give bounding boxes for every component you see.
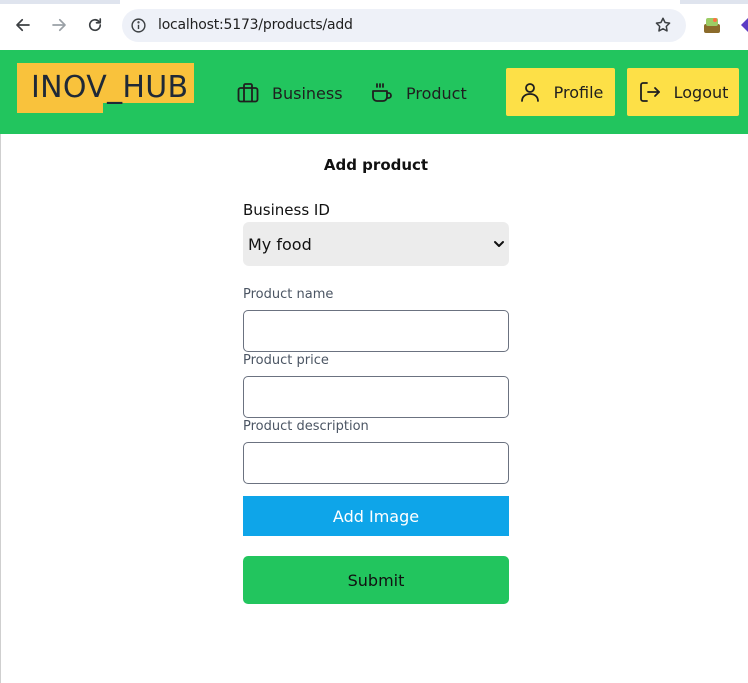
logout-button[interactable]: Logout — [627, 68, 739, 116]
business-id-select[interactable]: My food — [243, 222, 509, 266]
product-description-input[interactable] — [243, 442, 509, 484]
browser-toolbar: localhost:5173/products/add — [0, 0, 748, 50]
back-icon[interactable] — [12, 14, 34, 36]
profile-button[interactable]: Profile — [506, 68, 615, 116]
user-icon — [520, 83, 539, 102]
chevron-down-icon — [494, 241, 504, 247]
reload-icon[interactable] — [84, 14, 106, 36]
divider — [0, 134, 1, 683]
product-name-input[interactable] — [243, 310, 509, 352]
forward-icon[interactable] — [48, 14, 70, 36]
nav-business-label: Business — [272, 83, 343, 103]
logo[interactable]: INOV_HUB — [17, 63, 195, 113]
product-price-input[interactable] — [243, 376, 509, 418]
tab-strip — [0, 0, 748, 4]
logout-label: Logout — [673, 82, 729, 102]
briefcase-icon — [237, 83, 259, 103]
app-header: INOV_HUB Business Product Profile Logout — [0, 50, 748, 134]
bookmark-star-icon[interactable] — [654, 16, 672, 34]
nav-product-link[interactable]: Product — [370, 79, 467, 107]
form-title: Add product — [323, 156, 429, 174]
business-id-label: Business ID — [243, 201, 330, 219]
logo-text: INOV_HUB — [31, 70, 189, 105]
extension-icon[interactable] — [740, 14, 748, 36]
product-name-label: Product name — [243, 287, 334, 302]
add-image-button[interactable]: Add Image — [243, 496, 509, 536]
url-text[interactable]: localhost:5173/products/add — [158, 17, 353, 33]
nav-business-link[interactable]: Business — [236, 79, 343, 107]
site-info-icon[interactable] — [130, 17, 147, 34]
extension-icon[interactable] — [703, 16, 721, 34]
business-id-selected-value: My food — [248, 234, 312, 254]
logout-icon — [639, 82, 660, 102]
profile-label: Profile — [553, 82, 604, 102]
coffee-cup-icon — [372, 83, 392, 102]
address-bar[interactable]: localhost:5173/products/add — [122, 9, 686, 42]
product-price-label: Product price — [243, 353, 329, 368]
nav-product-label: Product — [406, 83, 467, 103]
product-description-label: Product description — [243, 419, 369, 434]
submit-button[interactable]: Submit — [243, 556, 509, 604]
